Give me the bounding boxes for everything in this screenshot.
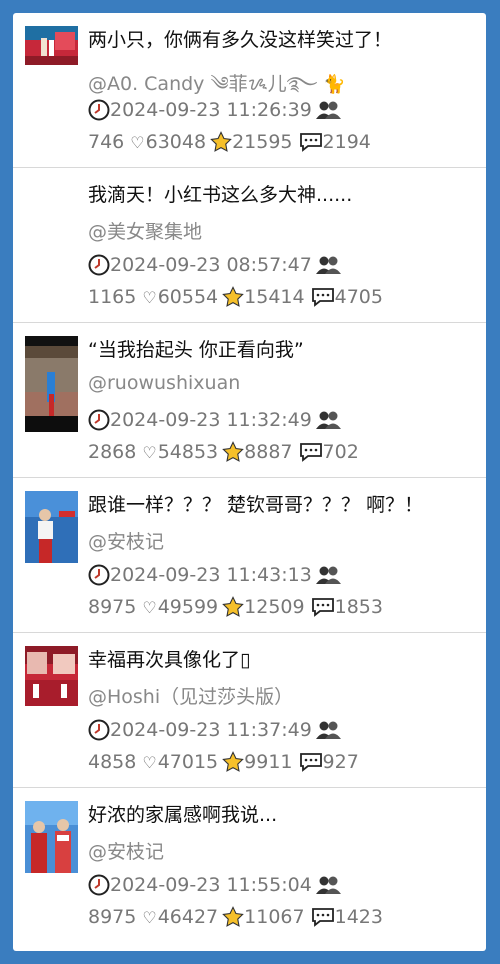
clock-icon xyxy=(88,409,110,431)
comment-count: 927 xyxy=(322,751,359,773)
comment-count: 4705 xyxy=(334,286,383,308)
view-count: 8975 xyxy=(88,906,137,928)
people-icon xyxy=(315,101,341,119)
heart-icon[interactable]: ♡ xyxy=(142,288,156,307)
post-thumbnail[interactable] xyxy=(25,646,78,706)
post-title[interactable]: 跟谁一样？？？ 楚钦哥哥？？？ 啊？！ xyxy=(88,490,478,517)
clock-icon xyxy=(88,719,110,741)
clock-icon xyxy=(88,874,110,896)
post-timestamp: 2024-09-23 11:32:49 xyxy=(110,409,312,431)
post-stats: 4858 ♡ 47015 9911 927 xyxy=(88,751,359,773)
star-icon[interactable] xyxy=(210,131,232,153)
post-meta: 2024-09-23 11:55:04 xyxy=(88,874,342,896)
cat-emoji: 🐈 xyxy=(323,74,346,95)
post-card[interactable]: “当我抬起头 你正看向我” @ruowushixuan 2024-09-23 1… xyxy=(13,323,486,478)
view-count: 8975 xyxy=(88,596,137,618)
comment-count: 702 xyxy=(322,441,359,463)
comment-icon[interactable] xyxy=(311,287,335,307)
post-stats: 1165 ♡ 60554 15414 4705 xyxy=(88,286,383,308)
post-meta: 2024-09-23 11:37:49 xyxy=(88,719,342,741)
favorite-count: 15414 xyxy=(244,286,305,308)
heart-icon[interactable]: ♡ xyxy=(142,908,156,927)
people-icon xyxy=(315,876,341,894)
clock-icon xyxy=(88,254,110,276)
view-count: 2868 xyxy=(88,441,137,463)
like-count: 49599 xyxy=(157,596,219,618)
post-stats: 746 ♡ 63048 21595 2194 xyxy=(88,131,371,153)
view-count: 1165 xyxy=(88,286,137,308)
post-thumbnail[interactable] xyxy=(25,26,78,65)
star-icon[interactable] xyxy=(222,441,244,463)
post-timestamp: 2024-09-23 08:57:47 xyxy=(110,254,312,276)
comment-icon[interactable] xyxy=(299,132,323,152)
post-thumbnail[interactable] xyxy=(25,801,78,873)
post-author[interactable]: @ruowushixuan xyxy=(88,372,240,394)
comment-icon[interactable] xyxy=(311,597,335,617)
heart-icon[interactable]: ♡ xyxy=(142,598,156,617)
post-author[interactable]: @美女聚集地 xyxy=(88,217,202,244)
star-icon[interactable] xyxy=(222,751,244,773)
post-author[interactable]: @Hoshi（见过莎头版） xyxy=(88,682,293,709)
view-count: 4858 xyxy=(88,751,137,773)
post-title[interactable]: 我滴天！小红书这么多大神...... xyxy=(88,180,478,207)
star-icon[interactable] xyxy=(222,596,244,618)
favorite-count: 8887 xyxy=(244,441,293,463)
favorite-count: 9911 xyxy=(244,751,293,773)
post-timestamp: 2024-09-23 11:43:13 xyxy=(110,564,312,586)
comment-icon[interactable] xyxy=(311,907,335,927)
post-card[interactable]: 幸福再次具像化了▯ @Hoshi（见过莎头版） 2024-09-23 11:37… xyxy=(13,633,486,788)
like-count: 60554 xyxy=(157,286,219,308)
clock-icon xyxy=(88,564,110,586)
post-thumbnail[interactable] xyxy=(25,491,78,563)
post-card[interactable]: 好浓的家属感啊我说... @安枝记 2024-09-23 11:55:04 89… xyxy=(13,788,486,951)
post-meta: 2024-09-23 11:43:13 xyxy=(88,564,342,586)
post-title[interactable]: “当我抬起头 你正看向我” xyxy=(88,335,478,362)
favorite-count: 11067 xyxy=(244,906,305,928)
post-meta: 2024-09-23 11:26:39 xyxy=(88,99,342,121)
comment-icon[interactable] xyxy=(299,442,323,462)
clock-icon xyxy=(88,99,110,121)
post-title[interactable]: 两小只，你俩有多久没这样笑过了！ xyxy=(88,25,478,52)
post-author[interactable]: @安枝记 xyxy=(88,837,164,864)
post-card[interactable]: 我滴天！小红书这么多大神...... @美女聚集地 2024-09-23 08:… xyxy=(13,168,486,323)
post-meta: 2024-09-23 11:32:49 xyxy=(88,409,342,431)
post-meta: 2024-09-23 08:57:47 xyxy=(88,254,342,276)
comment-count: 1853 xyxy=(334,596,383,618)
heart-icon[interactable]: ♡ xyxy=(142,443,156,462)
post-feed: 两小只，你俩有多久没这样笑过了！ @A0. Candy ༄菲ᝰ儿࿐ 🐈 2024… xyxy=(13,13,486,951)
post-card[interactable]: 两小只，你俩有多久没这样笑过了！ @A0. Candy ༄菲ᝰ儿࿐ 🐈 2024… xyxy=(13,13,486,168)
comment-count: 2194 xyxy=(322,131,371,153)
heart-icon[interactable]: ♡ xyxy=(142,753,156,772)
post-timestamp: 2024-09-23 11:26:39 xyxy=(110,99,312,121)
like-count: 47015 xyxy=(157,751,219,773)
star-icon[interactable] xyxy=(222,906,244,928)
post-author[interactable]: @安枝记 xyxy=(88,527,164,554)
post-title[interactable]: 幸福再次具像化了▯ xyxy=(88,645,478,672)
author-name: @A0. Candy ༄菲ᝰ儿࿐ xyxy=(88,73,318,95)
view-count: 746 xyxy=(88,131,125,153)
like-count: 46427 xyxy=(157,906,219,928)
post-stats: 8975 ♡ 46427 11067 1423 xyxy=(88,906,383,928)
star-icon[interactable] xyxy=(222,286,244,308)
people-icon xyxy=(315,566,341,584)
people-icon xyxy=(315,256,341,274)
like-count: 63048 xyxy=(145,131,207,153)
post-card[interactable]: 跟谁一样？？？ 楚钦哥哥？？？ 啊？！ @安枝记 2024-09-23 11:4… xyxy=(13,478,486,633)
favorite-count: 12509 xyxy=(244,596,305,618)
post-stats: 2868 ♡ 54853 8887 702 xyxy=(88,441,359,463)
post-stats: 8975 ♡ 49599 12509 1853 xyxy=(88,596,383,618)
post-timestamp: 2024-09-23 11:55:04 xyxy=(110,874,312,896)
favorite-count: 21595 xyxy=(232,131,293,153)
people-icon xyxy=(315,721,341,739)
comment-count: 1423 xyxy=(334,906,383,928)
people-icon xyxy=(315,411,341,429)
like-count: 54853 xyxy=(157,441,219,463)
comment-icon[interactable] xyxy=(299,752,323,772)
post-timestamp: 2024-09-23 11:37:49 xyxy=(110,719,312,741)
post-thumbnail[interactable] xyxy=(25,336,78,432)
post-title[interactable]: 好浓的家属感啊我说... xyxy=(88,800,478,827)
heart-icon[interactable]: ♡ xyxy=(130,133,144,152)
